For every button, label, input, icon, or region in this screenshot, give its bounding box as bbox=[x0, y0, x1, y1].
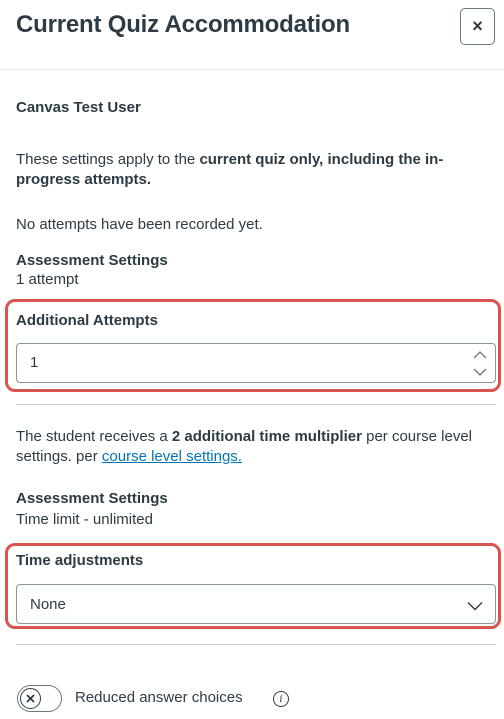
additional-attempts-stepper[interactable]: 1 bbox=[16, 343, 496, 383]
chevron-down-icon[interactable] bbox=[465, 363, 495, 380]
time-adjustments-label: Time adjustments bbox=[16, 552, 144, 569]
assessment-settings-label: Assessment Settings bbox=[16, 490, 168, 507]
assessment-settings-label: Assessment Settings bbox=[16, 252, 168, 269]
multiplier-note-emphasis: 2 additional time multiplier bbox=[171, 428, 362, 445]
stepper-arrows bbox=[465, 344, 495, 382]
assessment-settings-value: Time limit - unlimited bbox=[16, 511, 153, 528]
time-adjustments-select[interactable]: None bbox=[16, 584, 496, 624]
modal-header: Current Quiz Accommodation × bbox=[0, 0, 504, 70]
close-button[interactable]: × bbox=[460, 8, 495, 45]
section-divider bbox=[16, 644, 496, 645]
section-divider bbox=[16, 404, 496, 405]
close-icon: × bbox=[472, 16, 483, 36]
multiplier-note-prefix: The student receives a bbox=[16, 428, 172, 445]
info-icon[interactable]: i bbox=[273, 691, 289, 707]
attempt-status: No attempts have been recorded yet. bbox=[16, 216, 263, 233]
course-level-settings-link[interactable]: course level settings. bbox=[102, 448, 242, 465]
reduced-answer-choices-toggle[interactable] bbox=[17, 685, 62, 712]
additional-attempts-value[interactable]: 1 bbox=[30, 354, 38, 371]
chevron-up-icon[interactable] bbox=[465, 346, 495, 363]
assessment-settings-value: 1 attempt bbox=[16, 271, 79, 288]
chevron-down-icon bbox=[467, 598, 483, 616]
reduced-answer-choices-label: Reduced answer choices bbox=[75, 689, 243, 706]
scope-note: These settings apply to the current quiz… bbox=[16, 150, 491, 190]
scope-note-prefix: These settings apply to the bbox=[16, 151, 200, 168]
time-adjustments-selected: None bbox=[30, 596, 66, 613]
x-icon bbox=[20, 688, 41, 709]
user-name: Canvas Test User bbox=[16, 99, 141, 116]
modal-title: Current Quiz Accommodation bbox=[16, 11, 350, 38]
time-multiplier-note: The student receives a 2 additional time… bbox=[16, 427, 496, 467]
additional-attempts-label: Additional Attempts bbox=[16, 312, 158, 329]
